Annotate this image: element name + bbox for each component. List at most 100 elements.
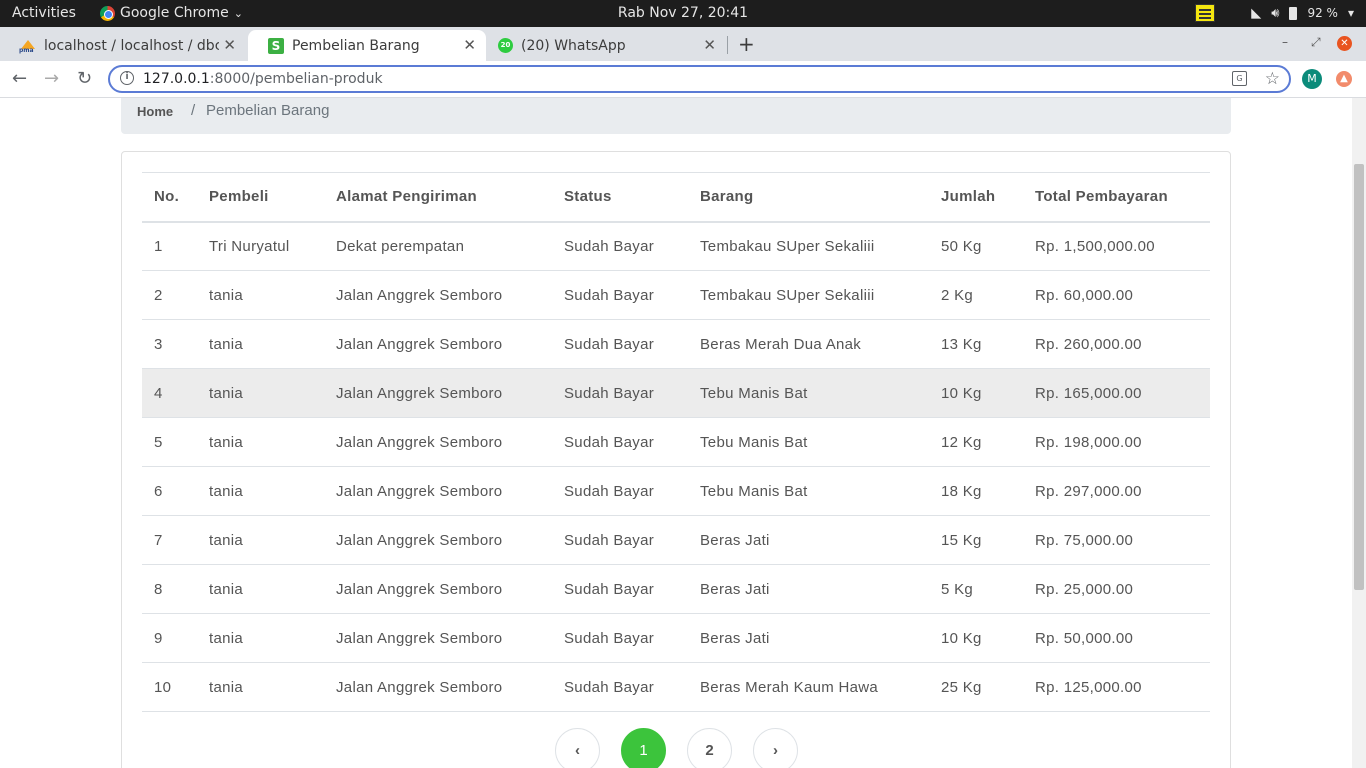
cell-pembeli: tania	[209, 433, 244, 451]
forward-icon[interactable]: →	[44, 68, 59, 89]
tab-title: Pembelian Barang	[292, 37, 420, 54]
close-icon[interactable]: ✕	[703, 36, 716, 54]
cell-no: 6	[154, 482, 163, 500]
cell-alamat: Dekat perempatan	[336, 237, 465, 255]
cell-status: Sudah Bayar	[564, 482, 655, 500]
cell-barang: Beras Jati	[700, 629, 770, 647]
close-icon[interactable]: ✕	[463, 36, 476, 54]
notes-icon[interactable]	[1195, 4, 1216, 22]
tab-divider	[727, 36, 728, 54]
url-host: 127.0.0.1	[143, 71, 210, 87]
close-icon[interactable]: ✕	[223, 36, 236, 54]
phpmyadmin-icon	[19, 39, 36, 54]
table-row: 9 tania Jalan Anggrek Semboro Sudah Bayar Be…	[142, 614, 1210, 663]
chevron-down-icon: ▾	[1347, 6, 1354, 20]
cell-pembeli: tania	[209, 678, 244, 696]
cell-barang: Beras Merah Kaum Hawa	[700, 678, 879, 696]
cell-barang: Tebu Manis Bat	[700, 433, 808, 451]
breadcrumb-separator: /	[191, 102, 196, 119]
cell-jumlah: 12 Kg	[941, 433, 982, 451]
profile-avatar[interactable]: M	[1302, 69, 1322, 89]
page-viewport: Home / Pembelian Barang No. Pembeli Alam…	[0, 98, 1352, 768]
table-row: 6 tania Jalan Anggrek Semboro Sudah Bayar Te…	[142, 467, 1210, 516]
system-top-bar: Activities Google Chrome ⌄ Rab Nov 27, 2…	[0, 0, 1366, 27]
info-icon[interactable]: i	[120, 71, 134, 85]
translate-icon[interactable]: G	[1232, 71, 1247, 86]
cell-no: 9	[154, 629, 163, 647]
column-header-barang: Barang	[700, 188, 754, 206]
cell-no: 4	[154, 384, 163, 402]
cell-total: Rp. 125,000.00	[1035, 678, 1142, 696]
url-path: :8000/pembelian-produk	[209, 71, 383, 87]
cell-pembeli: tania	[209, 629, 244, 647]
cell-total: Rp. 260,000.00	[1035, 335, 1142, 353]
purchases-table: No. Pembeli Alamat Pengiriman Status Bar…	[142, 172, 1210, 712]
page-scrollbar[interactable]	[1352, 98, 1366, 768]
browser-toolbar: ← → ↻ i 127.0.0.1:8000/pembelian-produk …	[0, 61, 1366, 98]
column-header-total: Total Pembayaran	[1035, 188, 1168, 206]
tab-pembelian-barang[interactable]: S Pembelian Barang ✕	[248, 30, 486, 61]
cell-pembeli: tania	[209, 384, 244, 402]
cell-status: Sudah Bayar	[564, 384, 655, 402]
reload-icon[interactable]: ↻	[77, 68, 92, 89]
app-menu[interactable]: Google Chrome ⌄	[100, 5, 243, 21]
cell-status: Sudah Bayar	[564, 580, 655, 598]
cell-alamat: Jalan Anggrek Semboro	[336, 433, 503, 451]
cell-pembeli: tania	[209, 531, 244, 549]
cell-no: 8	[154, 580, 163, 598]
cell-status: Sudah Bayar	[564, 286, 655, 304]
wifi-icon: ◣	[1251, 5, 1262, 21]
restore-icon[interactable]: ⤢	[1311, 35, 1321, 50]
window-close-icon[interactable]: ✕	[1337, 36, 1352, 51]
bookmark-star-icon[interactable]: ☆	[1265, 69, 1280, 89]
cell-barang: Beras Jati	[700, 531, 770, 549]
column-header-jumlah: Jumlah	[941, 188, 996, 206]
table-row: 4 tania Jalan Anggrek Semboro Sudah Bayar Te…	[142, 368, 1210, 418]
column-header-alamat: Alamat Pengiriman	[336, 188, 477, 206]
next-page-button[interactable]: ›	[753, 728, 798, 768]
cell-barang: Tembakau SUper Sekaliii	[700, 286, 875, 304]
cell-jumlah: 5 Kg	[941, 580, 974, 598]
cell-alamat: Jalan Anggrek Semboro	[336, 580, 503, 598]
column-header-no: No.	[154, 188, 180, 206]
extension-icon[interactable]: ▲	[1336, 71, 1352, 87]
table-row: 5 tania Jalan Anggrek Semboro Sudah Bayar Te…	[142, 418, 1210, 467]
address-bar[interactable]: i 127.0.0.1:8000/pembelian-produk G ☆	[108, 65, 1291, 93]
system-tray[interactable]: ◣ 🔊︎ 92 % ▾	[1195, 4, 1354, 22]
activities-button[interactable]: Activities	[12, 5, 76, 21]
cell-total: Rp. 60,000.00	[1035, 286, 1134, 304]
tab-whatsapp[interactable]: 20 (20) WhatsApp ✕	[488, 30, 726, 61]
minimize-icon[interactable]: –	[1282, 35, 1288, 49]
cell-no: 5	[154, 433, 163, 451]
scrollbar-thumb[interactable]	[1354, 164, 1364, 590]
cell-no: 2	[154, 286, 163, 304]
cell-total: Rp. 165,000.00	[1035, 384, 1142, 402]
page-button-2[interactable]: 2	[687, 728, 732, 768]
cell-alamat: Jalan Anggrek Semboro	[336, 678, 503, 696]
cell-jumlah: 18 Kg	[941, 482, 982, 500]
s-icon: S	[268, 37, 284, 54]
cell-total: Rp. 198,000.00	[1035, 433, 1142, 451]
cell-status: Sudah Bayar	[564, 678, 655, 696]
cell-jumlah: 10 Kg	[941, 629, 982, 647]
previous-page-button[interactable]: ‹	[555, 728, 600, 768]
cell-alamat: Jalan Anggrek Semboro	[336, 482, 503, 500]
page-button-1[interactable]: 1	[621, 728, 666, 768]
cell-no: 3	[154, 335, 163, 353]
breadcrumb-current: Pembelian Barang	[206, 102, 330, 119]
tab-phpmyadmin[interactable]: localhost / localhost / dbc ✕	[0, 30, 246, 61]
url-text[interactable]: 127.0.0.1:8000/pembelian-produk	[143, 71, 383, 87]
table-row: 10 tania Jalan Anggrek Semboro Sudah Bayar B…	[142, 663, 1210, 712]
table-row: 2 tania Jalan Anggrek Semboro Sudah Bayar Te…	[142, 271, 1210, 320]
app-name: Google Chrome	[120, 5, 229, 21]
table-row: 3 tania Jalan Anggrek Semboro Sudah Bayar Be…	[142, 320, 1210, 369]
cell-no: 7	[154, 531, 163, 549]
whatsapp-icon: 20	[498, 38, 513, 53]
cell-total: Rp. 1,500,000.00	[1035, 237, 1155, 255]
battery-level: 92 %	[1307, 6, 1338, 20]
back-icon[interactable]: ←	[12, 68, 27, 89]
table-header-row: No. Pembeli Alamat Pengiriman Status Bar…	[142, 172, 1210, 222]
new-tab-icon[interactable]: +	[738, 32, 755, 56]
breadcrumb-home-link[interactable]: Home	[137, 104, 173, 119]
cell-alamat: Jalan Anggrek Semboro	[336, 629, 503, 647]
